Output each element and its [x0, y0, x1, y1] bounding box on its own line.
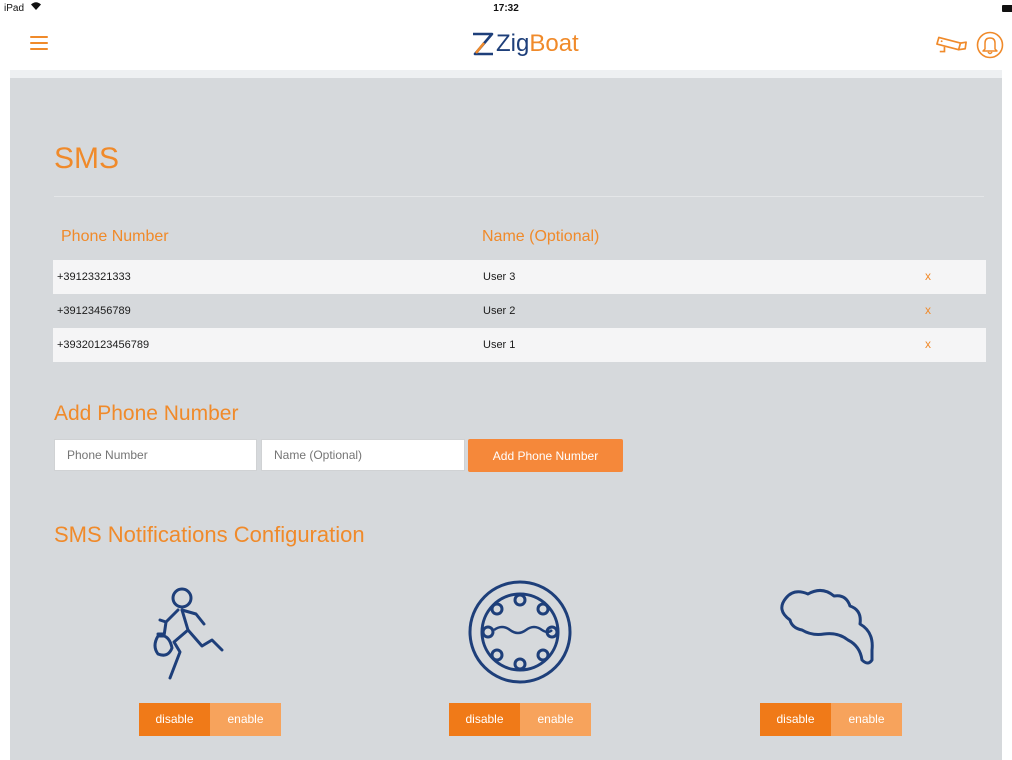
delete-button[interactable]: x — [925, 269, 931, 283]
add-phone-button[interactable]: Add Phone Number — [468, 439, 623, 472]
phone-number-input[interactable] — [54, 439, 257, 471]
water-toggle: disable enable — [449, 703, 591, 736]
config-heading: SMS Notifications Configuration — [54, 522, 365, 547]
status-time: 17:32 — [493, 3, 519, 14]
status-bar: iPad 17:32 — [0, 0, 1012, 20]
logo-text-boat: Boat — [529, 30, 579, 57]
logo-z-icon — [473, 32, 494, 56]
delete-button[interactable]: x — [925, 337, 931, 351]
column-header-name: Name (Optional) — [482, 228, 600, 245]
zigboat-logo: ZigBoat — [470, 22, 579, 66]
delete-button[interactable]: x — [925, 303, 931, 317]
intruder-icon — [153, 587, 224, 680]
column-header-phone: Phone Number — [61, 228, 169, 245]
disable-button[interactable]: disable — [449, 703, 520, 736]
disable-button[interactable]: disable — [139, 703, 210, 736]
enable-button[interactable]: enable — [831, 703, 902, 736]
name-cell: User 2 — [483, 305, 516, 317]
bell-icon[interactable] — [974, 30, 1006, 60]
table-row: +39123456789 User 2 x — [53, 294, 986, 328]
table-row: +39320123456789 User 1 x — [53, 328, 986, 362]
title-divider — [54, 196, 984, 197]
name-input[interactable] — [261, 439, 465, 471]
app-header: ZigBoat — [0, 20, 1012, 70]
phone-cell: +39123321333 — [57, 271, 131, 283]
disable-button[interactable]: disable — [760, 703, 831, 736]
main-panel: SMS Phone Number Name (Optional) +391233… — [10, 78, 1002, 760]
smoke-toggle: disable enable — [760, 703, 902, 736]
battery-icon — [1002, 5, 1012, 12]
page-title: SMS — [54, 142, 120, 175]
phone-list: +39123321333 User 3 x +39123456789 User … — [53, 260, 986, 362]
logo-text-zig: Zig — [496, 30, 530, 57]
intruder-toggle: disable enable — [139, 703, 281, 736]
menu-icon[interactable] — [30, 36, 48, 50]
enable-button[interactable]: enable — [520, 703, 591, 736]
add-phone-heading: Add Phone Number — [54, 402, 239, 425]
camera-icon[interactable] — [936, 30, 968, 60]
phone-cell: +39320123456789 — [57, 339, 150, 351]
name-cell: User 3 — [483, 271, 516, 283]
enable-button[interactable]: enable — [210, 703, 281, 736]
name-cell: User 1 — [483, 339, 516, 351]
header-divider — [10, 70, 1002, 78]
porthole-water-icon — [468, 580, 572, 684]
smoke-icon — [780, 589, 874, 665]
phone-cell: +39123456789 — [57, 305, 131, 317]
table-row: +39123321333 User 3 x — [53, 260, 986, 294]
